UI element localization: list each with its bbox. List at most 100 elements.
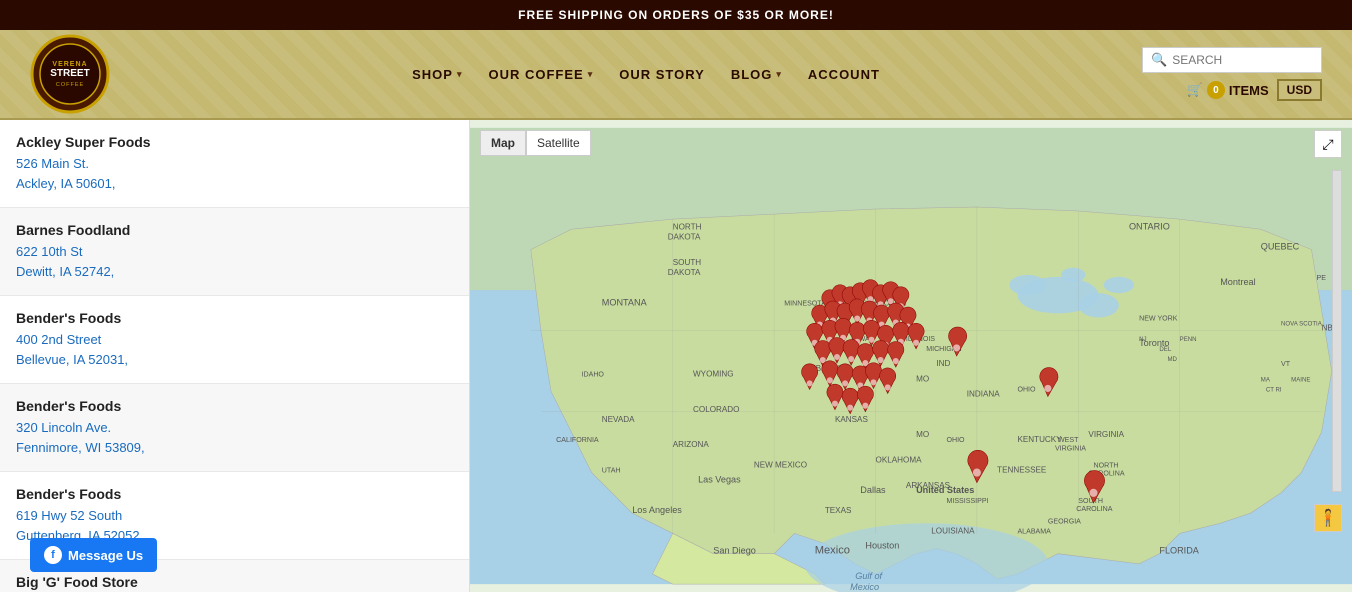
svg-text:Dallas: Dallas [860,485,886,495]
svg-text:QUEBEC: QUEBEC [1261,242,1300,252]
svg-text:TENNESSEE: TENNESSEE [997,466,1047,475]
store-address: 622 10th StDewitt, IA 52742, [16,242,453,281]
store-list[interactable]: Ackley Super Foods 526 Main St.Ackley, I… [0,120,470,592]
svg-text:SOUTH: SOUTH [673,258,702,267]
svg-text:Los Angeles: Los Angeles [632,505,682,515]
svg-text:COLORADO: COLORADO [693,405,739,414]
nav-blog[interactable]: BLOG ▾ [721,61,792,88]
cart-count: 0 [1207,81,1225,99]
blog-chevron-icon: ▾ [776,69,782,80]
svg-text:Mexico: Mexico [850,582,879,592]
street-view-button[interactable]: 🧍 [1314,504,1342,532]
svg-text:VIRGINIA: VIRGINIA [1055,444,1086,452]
svg-text:TEXAS: TEXAS [825,506,852,515]
svg-text:OKLAHOMA: OKLAHOMA [876,455,923,464]
svg-text:Mexico: Mexico [815,545,850,557]
store-name: Barnes Foodland [16,222,453,238]
svg-text:Houston: Houston [865,541,899,551]
store-name: Bender's Foods [16,310,453,326]
facebook-message-button[interactable]: f Message Us [30,538,157,572]
svg-text:NEVADA: NEVADA [602,415,635,424]
svg-text:PENN: PENN [1180,336,1197,343]
svg-text:MA: MA [1261,376,1271,383]
nav-shop[interactable]: SHOP ▾ [402,61,472,88]
svg-text:MO: MO [916,374,929,383]
svg-text:LOUISIANA: LOUISIANA [931,526,975,535]
map-svg: MONTANA WYOMING NEBRASKA KANSAS MO INDIA… [470,120,1352,592]
search-icon: 🔍 [1151,52,1167,68]
svg-text:Las Vegas: Las Vegas [698,475,741,485]
svg-text:MAINE: MAINE [1291,376,1310,383]
svg-text:NOVA SCOTIA: NOVA SCOTIA [1281,321,1323,328]
svg-text:DAKOTA: DAKOTA [668,232,701,241]
svg-text:United States: United States [916,485,974,495]
logo[interactable]: VERENA STREET COFFEE [30,34,110,114]
svg-text:NJ: NJ [1139,336,1146,343]
svg-text:OHIO: OHIO [946,436,965,444]
main-nav: SHOP ▾ OUR COFFEE ▾ OUR STORY BLOG ▾ ACC… [150,61,1142,88]
svg-text:MO: MO [916,430,929,439]
svg-text:WYOMING: WYOMING [693,369,734,378]
map-scrollbar[interactable] [1332,170,1342,492]
person-icon: 🧍 [1318,508,1338,528]
svg-text:SOUTH: SOUTH [1078,497,1103,505]
search-box[interactable]: 🔍 [1142,47,1322,73]
svg-text:GEORGIA: GEORGIA [1048,517,1081,525]
svg-text:ONTARIO: ONTARIO [1129,221,1170,231]
svg-text:VIRGINIA: VIRGINIA [1088,430,1124,439]
store-address: 400 2nd StreetBellevue, IA 52031, [16,330,453,369]
promo-banner: FREE SHIPPING ON ORDERS OF $35 OR MORE! [0,0,1352,30]
nav-account[interactable]: ACCOUNT [798,61,890,88]
svg-text:DAKOTA: DAKOTA [668,268,701,277]
svg-text:DEL: DEL [1159,346,1171,353]
svg-text:CT RI: CT RI [1266,386,1282,393]
nav-story[interactable]: OUR STORY [609,61,715,88]
map-area[interactable]: Map Satellite ⤢ [470,120,1352,592]
site-header: VERENA STREET COFFEE SHOP ▾ OUR COFFEE ▾… [0,30,1352,120]
svg-text:UTAH: UTAH [602,467,621,475]
shop-chevron-icon: ▾ [457,69,463,80]
svg-text:INDIANA: INDIANA [967,390,1000,399]
fullscreen-button[interactable]: ⤢ [1314,130,1342,158]
svg-text:VERENA: VERENA [52,61,87,68]
map-controls: Map Satellite [480,130,591,156]
store-list-item[interactable]: Barnes Foodland 622 10th StDewitt, IA 52… [0,208,469,296]
cart-icon: 🛒 [1187,82,1203,98]
svg-text:Montreal: Montreal [1220,277,1255,287]
svg-text:MISSISSIPPI: MISSISSIPPI [946,497,988,505]
svg-text:San Diego: San Diego [713,546,756,556]
store-address: 526 Main St.Ackley, IA 50601, [16,154,453,193]
search-input[interactable] [1172,53,1312,67]
svg-text:STREET: STREET [50,68,89,79]
svg-text:ARIZONA: ARIZONA [673,440,710,449]
currency-button[interactable]: USD [1277,79,1322,101]
main-content: Ackley Super Foods 526 Main St.Ackley, I… [0,120,1352,592]
satellite-view-button[interactable]: Satellite [526,130,591,156]
header-right: 🔍 🛒 0 ITEMS USD [1142,47,1322,101]
svg-text:VT: VT [1281,360,1291,368]
store-name: Bender's Foods [16,398,453,414]
svg-text:OHIO: OHIO [1017,385,1036,393]
svg-text:Gulf of: Gulf of [855,571,883,581]
svg-text:ALABAMA: ALABAMA [1017,527,1051,535]
svg-text:NEW MEXICO: NEW MEXICO [754,461,807,470]
cart-currency-area: 🛒 0 ITEMS USD [1187,79,1322,101]
cart-label: ITEMS [1229,83,1269,98]
svg-text:KENTUCKY: KENTUCKY [1017,435,1062,444]
map-view-button[interactable]: Map [480,130,526,156]
svg-text:IDAHO: IDAHO [582,370,605,378]
svg-text:KANSAS: KANSAS [835,415,868,424]
nav-coffee[interactable]: OUR COFFEE ▾ [478,61,603,88]
svg-text:FLORIDA: FLORIDA [1159,546,1199,556]
store-list-item[interactable]: Bender's Foods 400 2nd StreetBellevue, I… [0,296,469,384]
svg-text:NORTH: NORTH [673,222,702,231]
store-name: Ackley Super Foods [16,134,453,150]
facebook-icon: f [44,546,62,564]
svg-text:MD: MD [1167,356,1177,363]
store-list-item[interactable]: Bender's Foods 320 Lincoln Ave.Fennimore… [0,384,469,472]
cart-button[interactable]: 🛒 0 ITEMS [1187,81,1269,99]
message-us-label: Message Us [68,548,143,563]
store-list-item[interactable]: Ackley Super Foods 526 Main St.Ackley, I… [0,120,469,208]
store-name: Big 'G' Food Store [16,574,453,590]
svg-text:IND: IND [936,359,950,368]
